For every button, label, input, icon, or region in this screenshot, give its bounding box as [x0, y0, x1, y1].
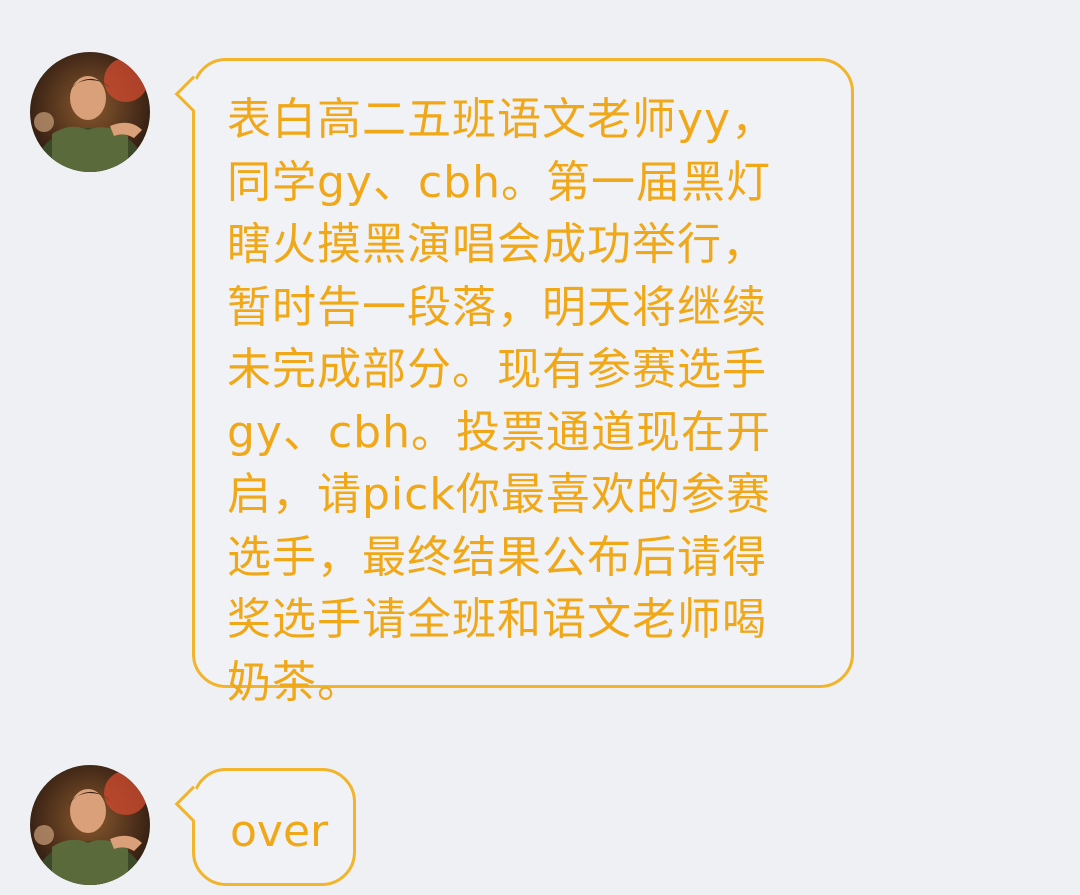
profile-photo-icon — [30, 52, 150, 172]
bubble-tail — [174, 75, 212, 113]
message-bubble[interactable]: 表白高二五班语文老师yy， 同学gy、cbh。第一届黑灯 瞎火摸黑演唱会成功举行， 暂… — [174, 58, 854, 708]
bubble-tail — [174, 785, 212, 823]
profile-photo-icon — [30, 765, 150, 885]
message-line: 奖选手请全班和语文老师喝 — [227, 594, 767, 645]
message-text: 表白高二五班语文老师yy， 同学gy、cbh。第一届黑灯 瞎火摸黑演唱会成功举行， 暂… — [227, 89, 821, 714]
message-bubble[interactable]: over — [174, 768, 356, 886]
message-line: 表白高二五班语文老师yy， — [227, 94, 777, 145]
sender-avatar[interactable] — [30, 52, 150, 172]
message-line: gy、cbh。投票通道现在开 — [227, 406, 771, 458]
message-line: 同学gy、cbh。第一届黑灯 — [227, 156, 771, 208]
message-line: 启，请pick你最喜欢的参赛 — [227, 469, 771, 520]
message-text: over — [230, 806, 329, 857]
message-line: 未完成部分。现有参赛选手 — [227, 344, 767, 395]
message-line: 奶茶。 — [227, 656, 362, 708]
message-line: 选手，最终结果公布后请得 — [227, 531, 767, 583]
sender-avatar[interactable] — [30, 765, 150, 885]
message-line: 瞎火摸黑演唱会成功举行， — [227, 219, 767, 270]
message-line: 暂时告一段落，明天将继续 — [227, 281, 767, 333]
